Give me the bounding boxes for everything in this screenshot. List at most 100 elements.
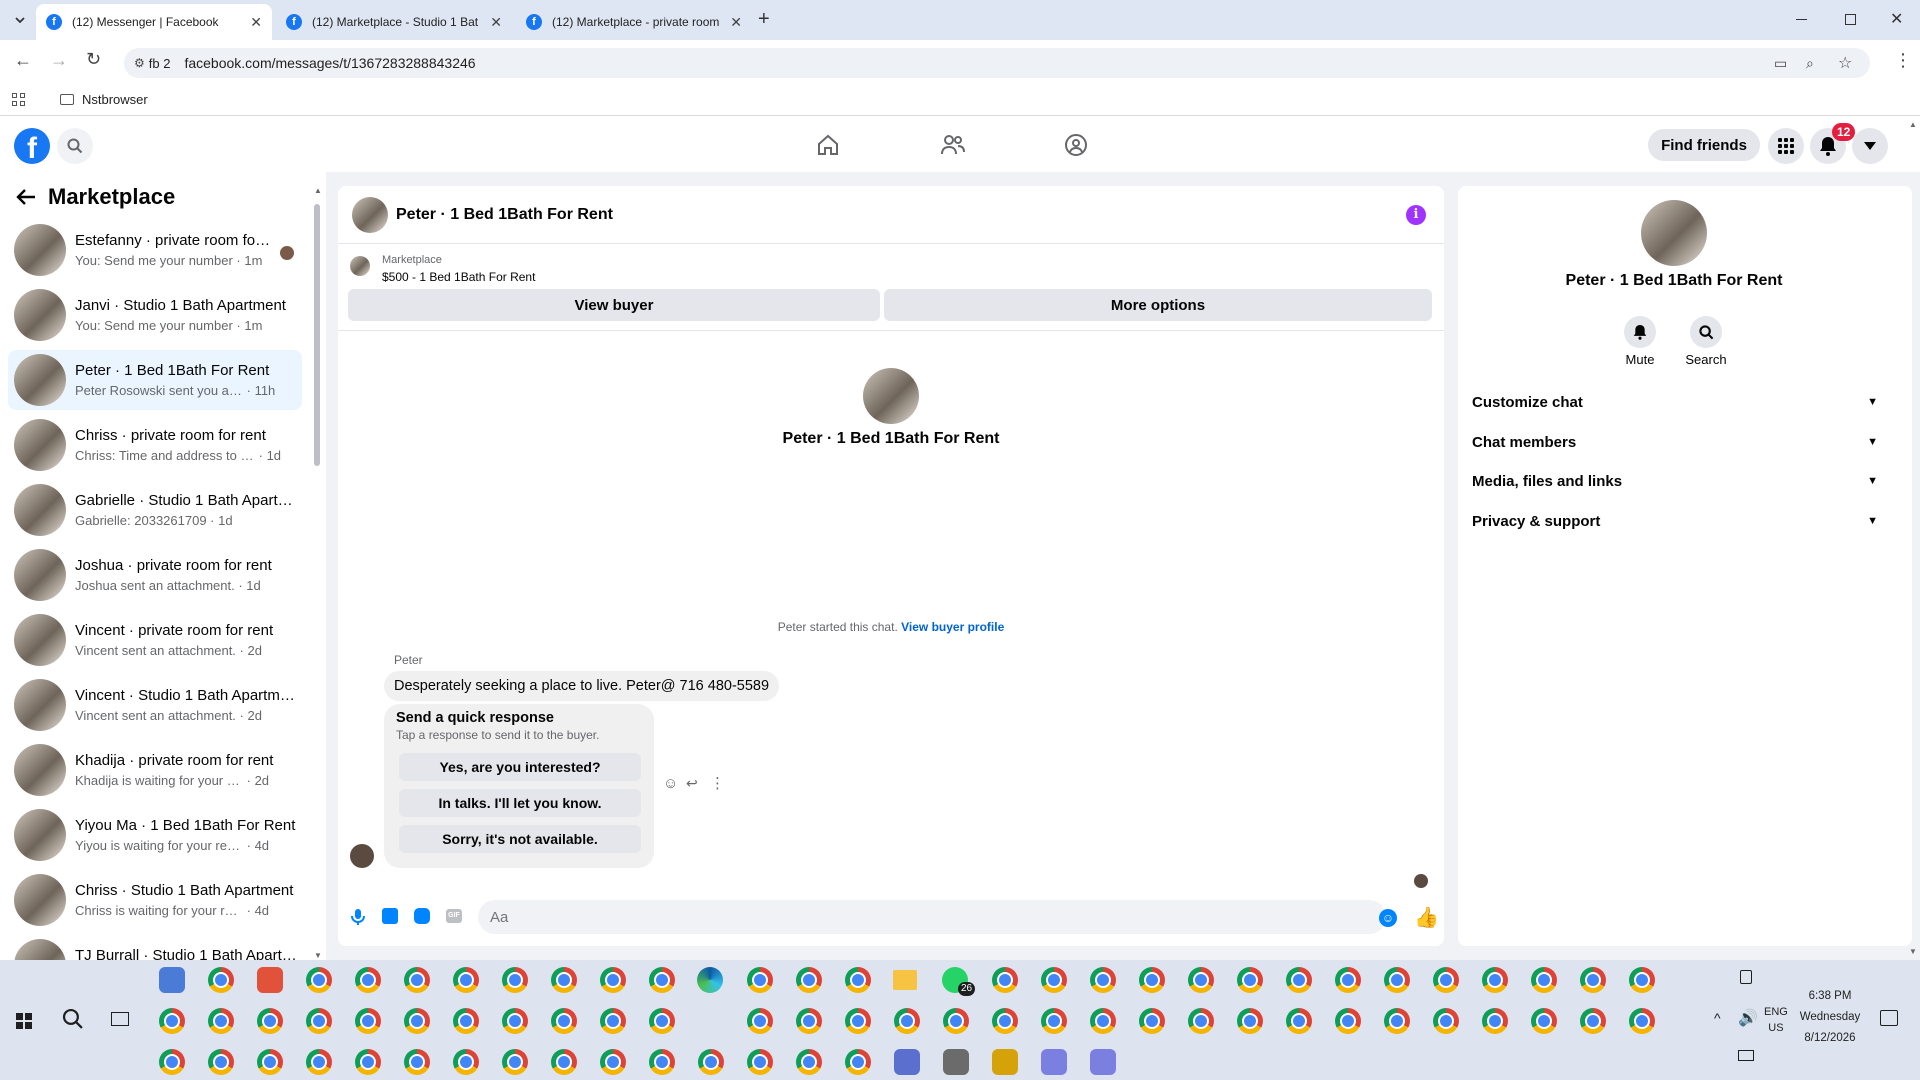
taskbar-browser-icon[interactable] [992,1008,1018,1034]
task-view-icon[interactable] [111,1012,129,1026]
taskbar-browser-icon[interactable] [649,1008,675,1034]
minimize-button[interactable] [1796,10,1816,20]
clock[interactable]: 6:38 PM Wednesday 8/12/2026 [1798,986,1862,1049]
conversation-item[interactable]: Chriss · private room for rent Chriss: T… [8,415,302,475]
taskbar-browser-icon[interactable] [1531,1008,1557,1034]
taskbar-browser-icon[interactable] [551,1008,577,1034]
friends-nav-button[interactable] [940,134,966,156]
tab-messenger[interactable]: f (12) Messenger | Facebook ✕ [36,4,272,40]
taskbar-browser-icon[interactable] [796,1008,822,1034]
reply-icon[interactable]: ↩ [686,775,698,792]
notifications-center-icon[interactable] [1880,1010,1898,1026]
taskbar-browser-icon[interactable] [1580,967,1606,993]
conversation-item[interactable]: Joshua · private room for rent Joshua se… [8,545,302,605]
tab-marketplace-private[interactable]: f (12) Marketplace - private room ✕ [516,4,752,40]
language-indicator[interactable]: ENG US [1764,1004,1788,1036]
taskbar-browser-icon[interactable] [1041,1008,1067,1034]
zoom-icon[interactable]: ⌕ [1806,55,1814,72]
react-icon[interactable]: ☺ [663,775,678,792]
taskbar-browser-icon[interactable] [502,1008,528,1034]
conversation-item[interactable]: Gabrielle · Studio 1 Bath Apartment Gabr… [8,480,302,540]
taskbar-browser-icon[interactable] [1629,1008,1655,1034]
taskbar-browser-icon[interactable] [1090,1008,1116,1034]
search-button[interactable] [57,128,93,164]
back-arrow-icon[interactable] [16,188,36,206]
more-options-button[interactable]: More options [884,289,1432,321]
photo-icon[interactable] [382,908,398,924]
groups-nav-button[interactable] [1064,133,1088,157]
facebook-logo[interactable]: f [14,128,50,164]
taskbar-browser-icon[interactable] [1237,1008,1263,1034]
taskbar-browser-icon[interactable] [1090,967,1116,993]
conversation-item-selected[interactable]: Peter · 1 Bed 1Bath For Rent Peter Rosow… [8,350,302,410]
home-nav-button[interactable] [816,134,840,156]
url-text[interactable]: facebook.com/messages/t/1367283288843246 [184,55,475,71]
taskbar-browser-icon[interactable] [208,1049,234,1075]
privacy-support-section[interactable]: Privacy & support ▼ [1472,503,1878,539]
taskbar-browser-icon[interactable] [453,1008,479,1034]
search-in-conversation-button[interactable] [1690,316,1722,348]
listing-title[interactable]: $500 - 1 Bed 1Bath For Rent [382,270,535,284]
taskbar-browser-icon[interactable] [600,1049,626,1075]
taskbar-app-icon[interactable] [257,967,283,993]
taskbar-browser-icon[interactable] [306,967,332,993]
taskbar-browser-icon[interactable] [208,967,234,993]
taskbar-browser-icon[interactable] [355,1008,381,1034]
info-avatar[interactable] [1641,200,1707,266]
taskbar-browser-icon[interactable] [600,1008,626,1034]
more-actions-icon[interactable]: ⋮ [710,774,725,792]
taskbar-browser-icon[interactable] [502,967,528,993]
taskbar-browser-icon[interactable] [257,1008,283,1034]
scrollbar-thumb[interactable] [314,204,320,466]
gif-icon[interactable]: GIF [446,909,462,923]
apps-grid-icon[interactable] [12,93,25,106]
taskbar-browser-icon[interactable] [1433,1008,1459,1034]
find-friends-button[interactable]: Find friends [1648,129,1760,161]
taskbar-browser-icon[interactable] [1384,967,1410,993]
reload-button[interactable]: ↻ [86,49,101,70]
conversation-item[interactable]: TJ Burrall · Studio 1 Bath Apartment [8,935,302,960]
back-button[interactable]: ← [14,50,32,71]
taskbar-browser-icon[interactable] [1041,967,1067,993]
edge-icon[interactable] [697,967,723,993]
taskbar-browser-icon[interactable] [796,1049,822,1075]
restore-button[interactable] [1845,14,1856,25]
conversation-item[interactable]: Vincent · private room for rent Vincent … [8,610,302,670]
media-files-links-section[interactable]: Media, files and links ▼ [1472,463,1878,499]
desktop-icon[interactable] [1738,1050,1754,1061]
taskbar-browser-icon[interactable] [1237,967,1263,993]
browser-menu-icon[interactable]: ⋮ [1894,50,1912,71]
close-tab-icon[interactable]: ✕ [250,14,262,31]
taskbar-browser-icon[interactable] [649,967,675,993]
tab-marketplace-studio[interactable]: f (12) Marketplace - Studio 1 Bat ✕ [276,4,512,40]
conversation-item[interactable]: Yiyou Ma · 1 Bed 1Bath For Rent Yiyou is… [8,805,302,865]
chat-avatar[interactable] [352,197,388,233]
emoji-icon[interactable]: ☺ [1379,909,1397,927]
site-settings-icon[interactable]: ⚙ [134,56,145,70]
tab-search-button[interactable] [8,8,32,32]
voice-clip-icon[interactable] [350,908,366,926]
taskbar-app-icon[interactable] [1090,1049,1116,1075]
taskbar-browser-icon[interactable] [257,1049,283,1075]
taskbar-browser-icon[interactable] [1188,967,1214,993]
taskbar-browser-icon[interactable] [649,1049,675,1075]
taskbar-browser-icon[interactable] [1139,967,1165,993]
taskbar-app-icon[interactable] [992,1049,1018,1075]
page-scrollbar[interactable]: ▲ ▼ [1906,120,1920,956]
address-bar[interactable]: ⚙ fb 2 facebook.com/messages/t/136728328… [124,48,1870,78]
install-icon[interactable]: ▭ [1774,55,1787,72]
taskbar-browser-icon[interactable] [698,1049,724,1075]
conversation-item[interactable]: Janvi · Studio 1 Bath Apartment You: Sen… [8,285,302,345]
close-window-button[interactable]: ✕ [1890,9,1903,29]
conversation-info-button[interactable]: i [1406,205,1426,225]
view-buyer-profile-link[interactable]: View buyer profile [901,620,1004,634]
close-tab-icon[interactable]: ✕ [730,14,742,31]
conversation-item[interactable]: Estefanny · private room for rent You: S… [8,220,302,280]
taskbar-browser-icon[interactable] [1482,1008,1508,1034]
taskbar-browser-icon[interactable] [1335,967,1361,993]
taskbar-browser-icon[interactable] [845,1008,871,1034]
taskbar-browser-icon[interactable] [1629,967,1655,993]
taskbar-browser-icon[interactable] [159,1049,185,1075]
taskbar-browser-icon[interactable] [502,1049,528,1075]
taskbar-browser-icon[interactable] [404,967,430,993]
